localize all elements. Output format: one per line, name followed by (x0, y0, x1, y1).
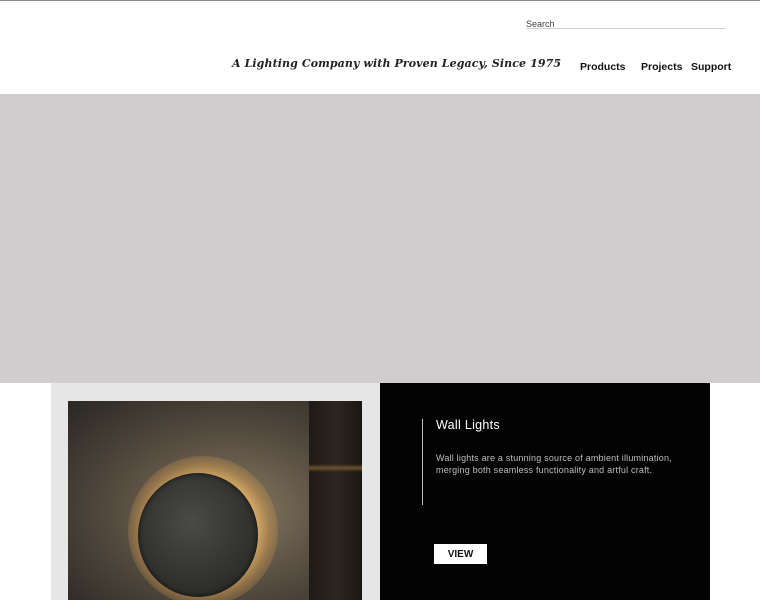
feature-info-panel (380, 383, 710, 600)
search-input[interactable] (526, 17, 726, 31)
view-button[interactable]: VIEW (434, 544, 487, 564)
photo-edge-highlight (309, 464, 362, 472)
feature-title: Wall Lights (436, 418, 500, 432)
top-border (0, 0, 760, 1)
company-tagline: A Lighting Company with Proven Legacy, S… (232, 57, 562, 70)
nav-item-products[interactable]: Products (580, 61, 626, 73)
nav-item-support[interactable]: Support (691, 61, 731, 73)
feature-description: Wall lights are a stunning source of amb… (436, 453, 672, 475)
nav-item-projects[interactable]: Projects (641, 61, 682, 73)
photo-dark-edge (309, 401, 362, 600)
search-box[interactable] (526, 14, 726, 31)
wall-light-disc (138, 473, 258, 597)
hero-banner (0, 94, 760, 383)
wall-light-photo (68, 401, 362, 600)
feature-divider (422, 419, 423, 505)
